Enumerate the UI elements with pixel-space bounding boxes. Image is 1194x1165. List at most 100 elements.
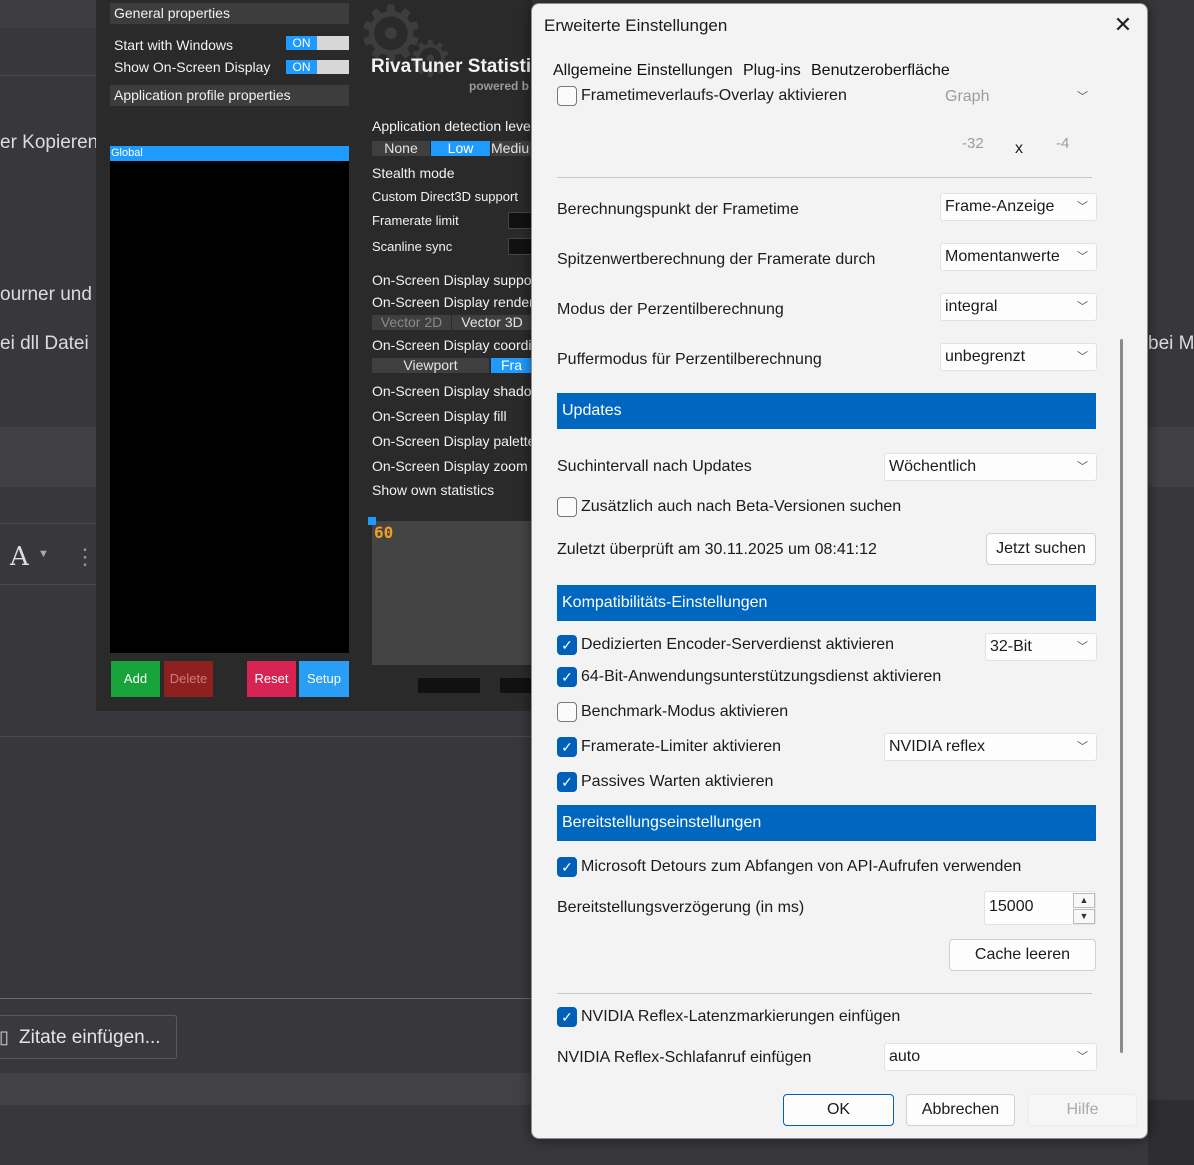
deploy-delay-value: 15000 [989, 898, 1034, 915]
encoder-checkbox[interactable]: ✓ [557, 635, 577, 655]
scanline-sync-label: Scanline sync [372, 239, 453, 254]
chevron-down-icon: ﹀ [1077, 251, 1088, 263]
reflex-markers-checkbox[interactable]: ✓ [557, 1007, 577, 1027]
overlay-x-field[interactable]: -32 [962, 135, 984, 152]
insert-quotes-button[interactable]: ▯ Zitate einfügen... [0, 1015, 177, 1059]
post-text-line-2: ourner und [0, 284, 92, 305]
encoder-label: Dedizierten Encoder-Serverdienst aktivie… [581, 636, 895, 653]
delete-button[interactable]: Delete [164, 661, 213, 697]
help-button[interactable]: Hilfe [1028, 1094, 1137, 1126]
percentile-mode-select[interactable]: integral ﹀ [940, 293, 1097, 321]
clear-cache-button[interactable]: Cache leeren [949, 939, 1096, 971]
show-osd-label: Show On-Screen Display [114, 59, 271, 75]
reflex-sleep-value: auto [889, 1048, 921, 1065]
limiter-checkbox[interactable]: ✓ [557, 737, 577, 757]
percentile-mode-label: Modus der Perzentilberechnung [557, 301, 784, 318]
x64-service-checkbox[interactable]: ✓ [557, 667, 577, 687]
profile-list[interactable]: Global [110, 146, 349, 653]
overlay-mode-value: Graph [945, 88, 990, 105]
encoder-bitness-value: 32-Bit [990, 638, 1032, 655]
insert-quotes-label: Zitate einfügen... [19, 1027, 161, 1048]
stealth-mode-label: Stealth mode [372, 165, 455, 181]
passive-wait-checkbox[interactable]: ✓ [557, 772, 577, 792]
buffer-mode-select[interactable]: unbegrenzt ﹀ [940, 343, 1097, 371]
chevron-down-icon: ﹀ [1077, 351, 1088, 363]
percentile-mode-value: integral [945, 298, 998, 315]
cancel-button[interactable]: Abbrechen [906, 1094, 1015, 1126]
overlay-y-field[interactable]: -4 [1056, 135, 1069, 152]
osd-zoom-label: On-Screen Display zoom [372, 458, 528, 474]
tab-user-interface[interactable]: Benutzeroberfläche [811, 62, 950, 80]
beta-checkbox[interactable] [557, 497, 577, 517]
rtss-brand-subtitle: powered b [469, 79, 530, 93]
toggle-on-label: ON [286, 36, 317, 50]
position-x-field[interactable] [418, 678, 480, 693]
coord-viewport[interactable]: Viewport [372, 358, 489, 373]
custom-d3d-label: Custom Direct3D support [372, 189, 518, 204]
tab-plugins[interactable]: Plug-ins [743, 62, 801, 80]
start-with-windows-label: Start with Windows [114, 37, 234, 53]
peak-calc-select[interactable]: Momentanwerte ﹀ [940, 243, 1097, 271]
detection-low[interactable]: Low [431, 141, 490, 156]
frametime-overlay-checkbox[interactable] [557, 86, 577, 106]
chevron-down-icon: ﹀ [1077, 201, 1088, 213]
osd-shadow-label: On-Screen Display shado [372, 383, 532, 399]
encoder-bitness-select[interactable]: 32-Bit ﹀ [985, 633, 1097, 661]
chevron-down-icon: ▼ [38, 548, 49, 560]
framerate-limit-label: Framerate limit [372, 213, 459, 228]
show-osd-toggle[interactable]: ON [286, 60, 349, 74]
add-button[interactable]: Add [111, 661, 160, 697]
update-interval-value: Wöchentlich [889, 458, 977, 475]
calc-point-select[interactable]: Frame-Anzeige ﹀ [940, 193, 1097, 221]
reflex-sleep-select[interactable]: auto ﹀ [884, 1043, 1097, 1071]
benchmark-checkbox[interactable] [557, 702, 577, 722]
chevron-down-icon: ﹀ [1077, 741, 1088, 753]
profile-item-global[interactable]: Global [110, 146, 349, 161]
font-format-button[interactable]: A [10, 542, 29, 572]
reset-button[interactable]: Reset [247, 661, 296, 697]
detection-medium[interactable]: Mediu [491, 141, 532, 156]
osd-support-label: On-Screen Display suppo [372, 272, 532, 288]
tab-general[interactable]: Allgemeine Einstellungen [553, 62, 733, 80]
toggle-on-label: ON [286, 60, 317, 74]
setup-button[interactable]: Setup [299, 661, 349, 697]
chevron-down-icon: ﹀ [1077, 301, 1088, 313]
footer-band [0, 1073, 531, 1105]
check-now-button[interactable]: Jetzt suchen [986, 533, 1096, 565]
dialog-title: Erweiterte Einstellungen [544, 16, 728, 35]
detection-none[interactable]: None [372, 141, 430, 156]
benchmark-label: Benchmark-Modus aktivieren [581, 703, 789, 720]
last-checked-text: Zuletzt überprüft am 30.11.2025 um 08:41… [557, 541, 877, 558]
overlay-mode-select[interactable]: Graph ﹀ [940, 83, 1097, 111]
render-vector-2d[interactable]: Vector 2D [372, 315, 451, 330]
limiter-select[interactable]: NVIDIA reflex ﹀ [884, 733, 1097, 761]
preview-fps-counter: 60 [374, 523, 394, 542]
close-icon[interactable]: ✕ [1105, 10, 1141, 40]
framerate-limit-field[interactable] [508, 212, 532, 229]
vertical-scrollbar[interactable] [1120, 339, 1123, 1053]
buffer-mode-value: unbegrenzt [945, 348, 1026, 365]
general-properties-header: General properties [110, 3, 349, 24]
more-options-icon[interactable]: ⋮ [74, 544, 96, 570]
scanline-sync-field[interactable] [508, 238, 532, 255]
ok-button[interactable]: OK [783, 1094, 894, 1126]
detours-checkbox[interactable]: ✓ [557, 857, 577, 877]
start-with-windows-toggle[interactable]: ON [286, 36, 349, 50]
render-vector-3d[interactable]: Vector 3D [452, 315, 532, 330]
update-interval-label: Suchintervall nach Updates [557, 458, 752, 475]
post-block [0, 427, 96, 487]
peak-calc-label: Spitzenwertberechnung der Framerate durc… [557, 251, 876, 268]
passive-wait-label: Passives Warten aktivieren [581, 773, 774, 790]
coord-framebuffer[interactable]: Fra [491, 358, 532, 373]
deploy-delay-stepper[interactable]: 15000 ▲ ▼ [984, 891, 1096, 925]
top-strip [0, 0, 96, 28]
advanced-settings-dialog: Erweiterte Einstellungen ✕ Allgemeine Ei… [531, 3, 1148, 1139]
osd-preview[interactable]: 60 [368, 517, 532, 665]
decrement-icon[interactable]: ▼ [1073, 909, 1095, 924]
osd-render-label: On-Screen Display render [372, 294, 532, 310]
increment-icon[interactable]: ▲ [1073, 893, 1095, 908]
position-y-field[interactable] [500, 678, 532, 693]
post-text-line-3: ei dll Datei [0, 333, 89, 354]
update-interval-select[interactable]: Wöchentlich ﹀ [884, 453, 1097, 481]
settings-scroll-area[interactable]: Frametimeverlaufs-Overlay aktivieren Gra… [532, 83, 1147, 1083]
